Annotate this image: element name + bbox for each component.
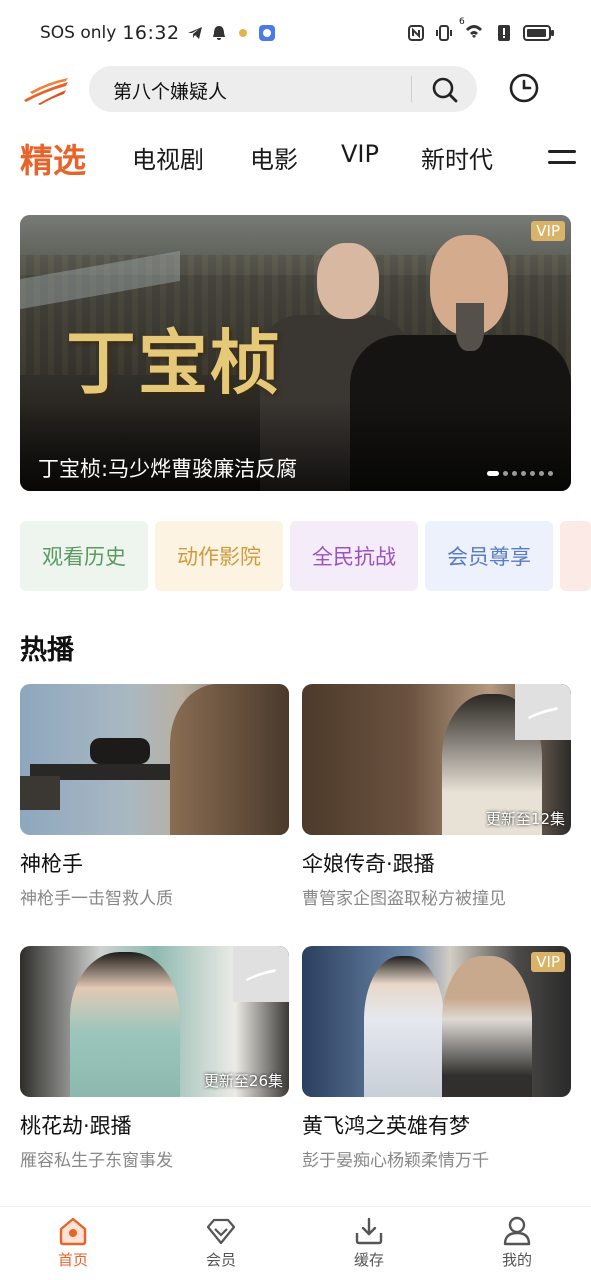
video-thumbnail[interactable] (20, 684, 289, 835)
tab-new-era[interactable]: 新时代 (421, 140, 493, 175)
status-bar: SOS only 16:32 6 (0, 0, 591, 64)
video-thumbnail[interactable]: 更新至26集 (20, 946, 289, 1097)
nav-home-label: 首页 (57, 1251, 88, 1269)
network-type-label: 6 (459, 17, 465, 27)
vibrate-icon (436, 25, 452, 41)
logo-corner (233, 946, 289, 1002)
nfc-icon (408, 25, 424, 41)
history-clock-icon[interactable] (508, 72, 540, 104)
carousel-indicator (487, 471, 553, 476)
nav-vip[interactable]: 会员 (191, 1215, 251, 1270)
nav-profile[interactable]: 我的 (487, 1215, 547, 1270)
nav-vip-label: 会员 (205, 1251, 236, 1269)
logo-corner (515, 684, 571, 740)
vip-badge: VIP (531, 221, 565, 241)
video-card[interactable]: 更新至26集 桃花劫·跟播 雁容私生子东窗事发 (20, 946, 289, 1171)
nav-profile-label: 我的 (501, 1251, 532, 1269)
vip-badge: VIP (531, 952, 565, 972)
tab-tv-series[interactable]: 电视剧 (132, 140, 204, 175)
home-icon (59, 1217, 87, 1246)
alert-icon (498, 25, 510, 41)
video-subtitle: 雁容私生子东窗事发 (20, 1151, 173, 1171)
shortcut-next-partial[interactable] (560, 521, 591, 591)
nav-home[interactable]: 首页 (43, 1215, 103, 1270)
update-label: 更新至12集 (485, 810, 565, 828)
video-thumbnail[interactable]: 更新至12集 (302, 684, 571, 835)
featured-banner[interactable]: 丁宝桢 VIP 丁宝桢:马少烨曹骏廉洁反腐 (20, 215, 571, 491)
update-label: 更新至26集 (203, 1072, 283, 1090)
video-title[interactable]: 神枪手 (20, 848, 83, 878)
shortcut-watch-history[interactable]: 观看历史 (20, 521, 148, 591)
video-subtitle: 彭于晏痴心杨颖柔情万千 (302, 1151, 489, 1171)
video-title[interactable]: 伞娘传奇·跟播 (302, 848, 435, 878)
nav-download-label: 缓存 (353, 1251, 384, 1269)
battery-icon (523, 25, 554, 41)
shortcut-cards: 观看历史 动作影院 全民抗战 会员尊享 (20, 521, 591, 591)
clock-time: 16:32 (122, 22, 180, 44)
menu-icon[interactable] (548, 150, 576, 170)
app-notification-icon (258, 25, 275, 41)
banner-actor-young-head (317, 243, 379, 319)
video-subtitle: 曹管家企图盗取秘方被撞见 (302, 889, 506, 909)
search-divider (411, 76, 412, 102)
video-thumbnail[interactable]: VIP (302, 946, 571, 1097)
watermark-logo-icon (246, 969, 276, 981)
banner-title-art: 丁宝桢 (66, 321, 282, 404)
vip-diamond-icon (206, 1218, 236, 1245)
search-icon[interactable] (431, 76, 459, 104)
video-subtitle: 神枪手一击智救人质 (20, 889, 173, 909)
search-bar[interactable]: 第八个嫌疑人 (89, 66, 477, 112)
search-query[interactable]: 第八个嫌疑人 (113, 77, 227, 104)
video-card[interactable]: VIP 黄飞鸿之英雄有梦 彭于晏痴心杨颖柔情万千 (302, 946, 571, 1171)
app-logo-icon[interactable] (22, 72, 70, 106)
watermark-logo-icon (528, 707, 558, 719)
video-card[interactable]: 神枪手 神枪手一击智救人质 (20, 684, 289, 909)
shortcut-anti-war[interactable]: 全民抗战 (290, 521, 418, 591)
top-bar: 第八个嫌疑人 (0, 64, 591, 116)
nav-download[interactable]: 缓存 (339, 1215, 399, 1270)
wifi-icon (466, 25, 482, 38)
shortcut-action-cinema[interactable]: 动作影院 (155, 521, 283, 591)
bottom-navigation: 首页 会员 缓存 我的 (0, 1206, 591, 1280)
sun-icon (238, 29, 247, 37)
tab-featured[interactable]: 精选 (20, 134, 86, 182)
video-title[interactable]: 黄飞鸿之英雄有梦 (302, 1110, 470, 1140)
video-card[interactable]: 更新至12集 伞娘传奇·跟播 曹管家企图盗取秘方被撞见 (302, 684, 571, 909)
section-title-hot: 热播 (20, 635, 74, 666)
video-title[interactable]: 桃花劫·跟播 (20, 1110, 132, 1140)
banner-caption: 丁宝桢:马少烨曹骏廉洁反腐 (38, 457, 298, 481)
download-icon (355, 1217, 383, 1245)
bell-icon (212, 26, 225, 40)
carrier-label: SOS only (40, 23, 117, 43)
profile-icon (503, 1216, 531, 1246)
shortcut-vip-exclusive[interactable]: 会员尊享 (425, 521, 553, 591)
telegram-icon (187, 27, 202, 39)
category-tabs: 精选 电视剧 电影 VIP 新时代 (0, 130, 591, 190)
banner-actor-beard (456, 303, 484, 351)
tab-vip[interactable]: VIP (341, 140, 379, 168)
tab-movies[interactable]: 电影 (250, 140, 298, 175)
